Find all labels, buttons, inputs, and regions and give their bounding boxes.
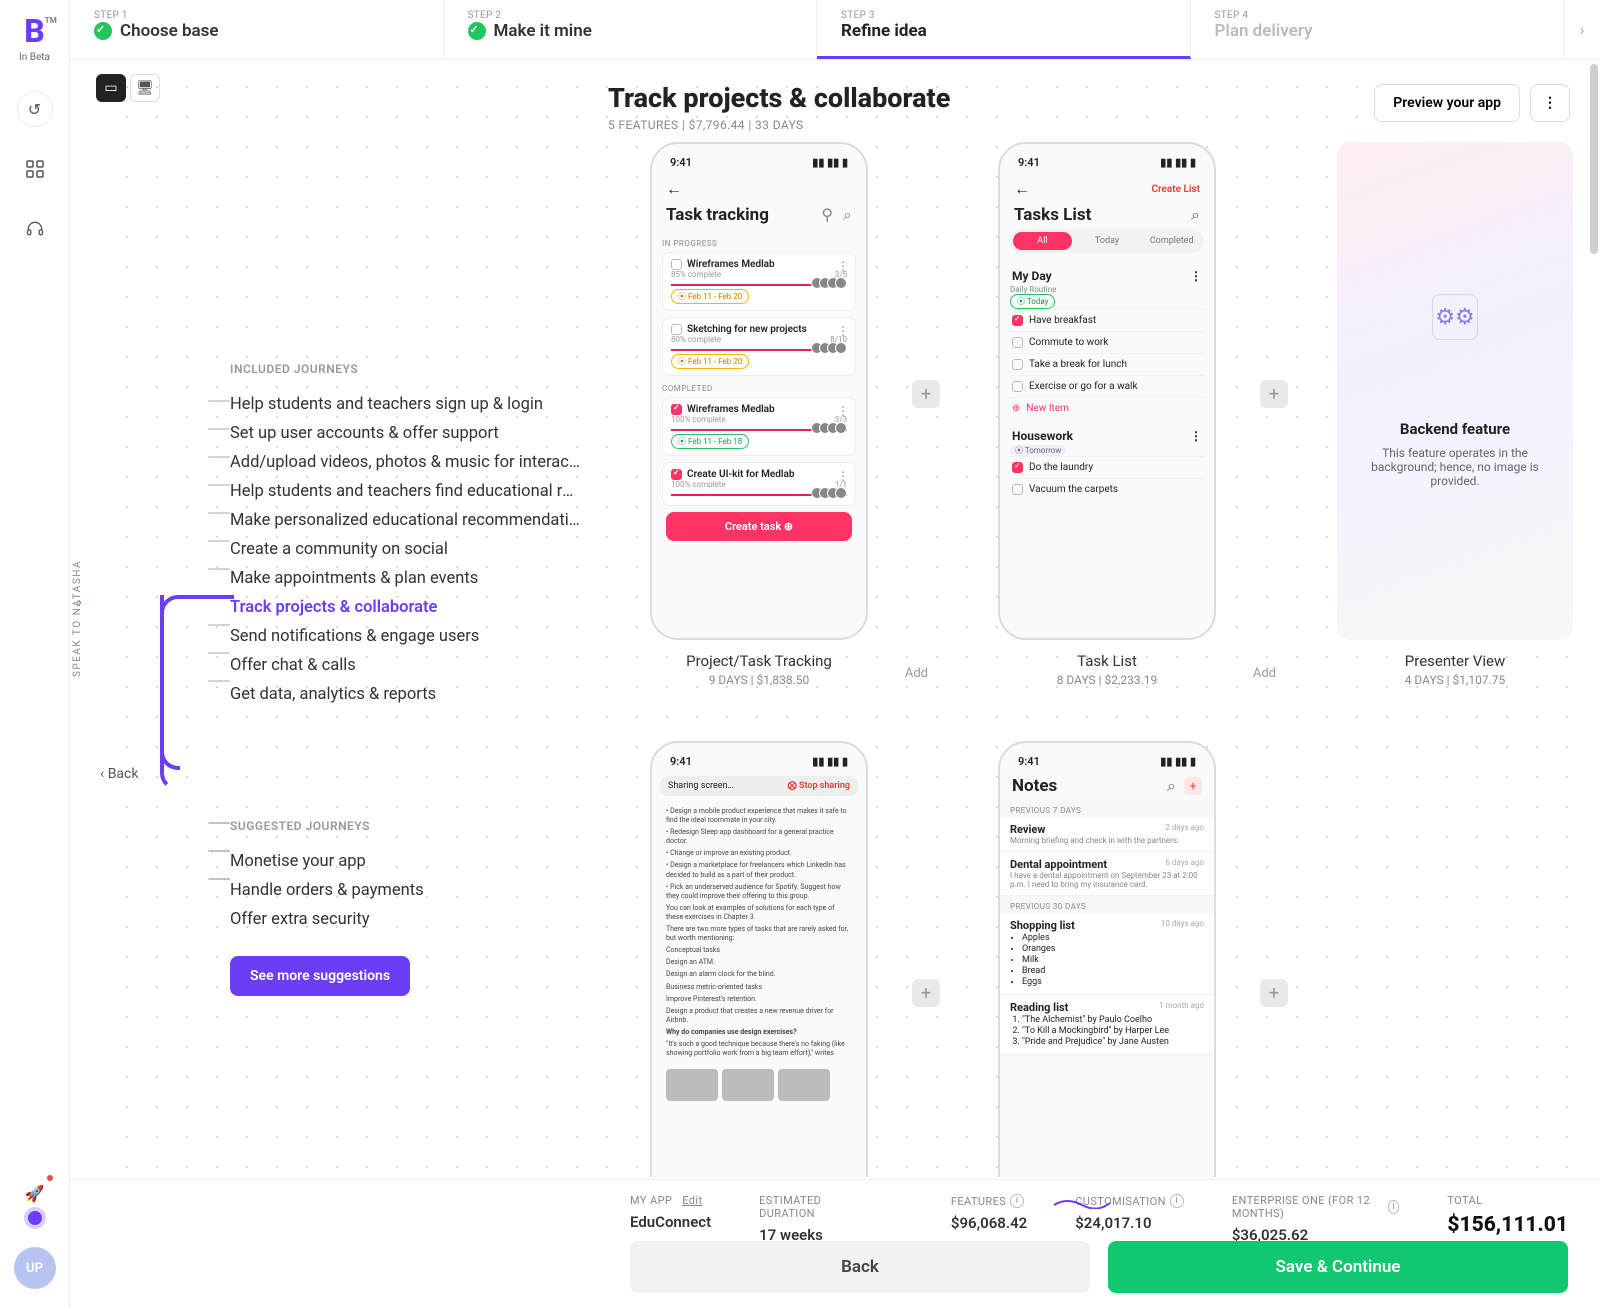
total-label: TOTAL bbox=[1447, 1194, 1568, 1207]
preview-app-button[interactable]: Preview your app bbox=[1374, 84, 1520, 122]
headset-icon[interactable] bbox=[17, 211, 53, 247]
price-squiggle-icon bbox=[1052, 1194, 1112, 1202]
signal-icon: ▮▮ ▮▮ ▮ bbox=[812, 156, 848, 169]
search-icon: ⌕ bbox=[843, 205, 852, 225]
journey-suggested-item[interactable]: Offer extra security bbox=[230, 905, 580, 934]
journey-item[interactable]: Send notifications & engage users bbox=[230, 622, 580, 651]
step-plan-delivery[interactable]: STEP 4 Plan delivery bbox=[1191, 0, 1565, 59]
duration-label: ESTIMATED DURATION bbox=[759, 1194, 855, 1220]
see-more-suggestions-button[interactable]: See more suggestions bbox=[230, 956, 410, 996]
gear-icon: ⚙⚙ bbox=[1432, 294, 1478, 340]
step-make-it-mine[interactable]: STEP 2 Make it mine bbox=[444, 0, 818, 59]
card-sharing-screen[interactable]: 9:41▮▮ ▮▮ ▮ Sharing screen…⨂ Stop sharin… bbox=[612, 741, 906, 1177]
undo-icon[interactable]: ↺ bbox=[17, 91, 53, 127]
add-note-icon: + bbox=[1184, 777, 1202, 795]
step-choose-base[interactable]: STEP 1 Choose base bbox=[70, 0, 444, 59]
card-task-list[interactable]: 9:41▮▮ ▮▮ ▮ ← Create List Tasks List ⌕ A… bbox=[960, 142, 1254, 687]
speak-to-natasha-tab[interactable]: SPEAK TO NATASHA bbox=[72, 560, 83, 677]
avatar[interactable]: UP bbox=[14, 1247, 56, 1289]
journey-item[interactable]: Offer chat & calls bbox=[230, 651, 580, 680]
insert-card-icon[interactable]: + bbox=[1260, 979, 1288, 1007]
status-dot-icon[interactable] bbox=[28, 1211, 42, 1225]
features-cost: $96,068.42 bbox=[951, 1214, 1027, 1232]
insert-card-icon[interactable]: + bbox=[1260, 380, 1288, 408]
left-sidebar: BTM In Beta ↺ 🚀 UP bbox=[0, 0, 70, 1307]
info-icon[interactable]: i bbox=[1388, 1200, 1399, 1214]
steps-next-icon[interactable]: › bbox=[1564, 0, 1600, 59]
save-continue-button[interactable]: Save & Continue bbox=[1108, 1241, 1568, 1293]
create-task-button: Create task ⊕ bbox=[666, 512, 852, 541]
search-icon: ⌕ bbox=[1167, 776, 1176, 796]
beta-label: In Beta bbox=[19, 52, 50, 63]
scrollbar[interactable] bbox=[1590, 64, 1598, 254]
card-presenter-view[interactable]: ⚙⚙ Backend feature This feature operates… bbox=[1308, 142, 1588, 687]
info-icon[interactable]: i bbox=[1170, 1194, 1184, 1208]
back-button[interactable]: Back bbox=[630, 1241, 1090, 1293]
edit-app-name-link[interactable]: Edit bbox=[682, 1194, 702, 1207]
features-label: FEATURES bbox=[951, 1195, 1006, 1208]
my-app-label: MY APP bbox=[630, 1194, 672, 1207]
summary-footer: MY APP Edit EduConnect ESTIMATED DURATION… bbox=[70, 1179, 1600, 1307]
app-name: EduConnect bbox=[630, 1213, 711, 1231]
total-cost: $156,111.01 bbox=[1447, 1213, 1568, 1237]
add-feature-link[interactable]: Add bbox=[905, 666, 928, 681]
back-icon: ← bbox=[1014, 179, 1030, 199]
phone-preview: 9:41▮▮ ▮▮ ▮ ← Task tracking ⚲⌕ IN PROGRE… bbox=[650, 142, 868, 640]
filter-icon: ⚲ bbox=[821, 205, 833, 225]
journey-item[interactable]: Make appointments & plan events bbox=[230, 564, 580, 593]
card-notes[interactable]: 9:41▮▮ ▮▮ ▮ Notes ⌕+ PREVIOUS 7 DAYS Rev… bbox=[960, 741, 1254, 1177]
kebab-icon: ⋮ bbox=[1190, 429, 1202, 443]
phone-preview: 9:41▮▮ ▮▮ ▮ Sharing screen…⨂ Stop sharin… bbox=[650, 741, 868, 1177]
insert-card-icon[interactable]: + bbox=[912, 380, 940, 408]
steps-bar: STEP 1 Choose base STEP 2 Make it mine S… bbox=[70, 0, 1600, 60]
card-task-tracking[interactable]: 9:41▮▮ ▮▮ ▮ ← Task tracking ⚲⌕ IN PROGRE… bbox=[612, 142, 906, 687]
signal-icon: ▮▮ ▮▮ ▮ bbox=[1160, 755, 1196, 768]
journey-item[interactable]: Help students and teachers find educatio… bbox=[230, 477, 580, 506]
feature-cards-grid: 9:41▮▮ ▮▮ ▮ ← Task tracking ⚲⌕ IN PROGRE… bbox=[612, 142, 1588, 1177]
info-icon[interactable]: i bbox=[1010, 1194, 1024, 1208]
journey-item[interactable]: Add/upload videos, photos & music for in… bbox=[230, 448, 580, 477]
insert-card-icon[interactable]: + bbox=[912, 979, 940, 1007]
journey-item[interactable]: Create a community on social bbox=[230, 535, 580, 564]
back-icon: ← bbox=[666, 179, 682, 199]
journey-item[interactable]: Set up user accounts & offer support bbox=[230, 419, 580, 448]
backend-placeholder: ⚙⚙ Backend feature This feature operates… bbox=[1337, 142, 1573, 640]
more-menu-icon[interactable]: ⋮ bbox=[1530, 84, 1570, 122]
suggested-journeys-label: SUGGESTED JOURNEYS bbox=[230, 819, 600, 833]
main-canvas: Track projects & collaborate 5 FEATURES … bbox=[100, 60, 1588, 1177]
signal-icon: ▮▮ ▮▮ ▮ bbox=[1160, 156, 1196, 169]
journeys-panel: INCLUDED JOURNEYS Help students and teac… bbox=[230, 362, 600, 996]
journey-item[interactable]: Track projects & collaborate bbox=[230, 593, 580, 622]
journey-item[interactable]: Help students and teachers sign up & log… bbox=[230, 390, 580, 419]
rocket-icon[interactable]: 🚀 bbox=[17, 1175, 53, 1211]
customisation-cost: $24,017.10 bbox=[1075, 1214, 1184, 1232]
journey-suggested-item[interactable]: Monetise your app bbox=[230, 847, 580, 876]
search-icon: ⌕ bbox=[1191, 205, 1200, 225]
add-feature-link[interactable]: Add bbox=[1253, 666, 1276, 681]
phone-preview: 9:41▮▮ ▮▮ ▮ Notes ⌕+ PREVIOUS 7 DAYS Rev… bbox=[998, 741, 1216, 1177]
phone-preview: 9:41▮▮ ▮▮ ▮ ← Create List Tasks List ⌕ A… bbox=[998, 142, 1216, 640]
included-journeys-label: INCLUDED JOURNEYS bbox=[230, 362, 600, 376]
logo[interactable]: BTM bbox=[24, 12, 45, 50]
journey-item[interactable]: Get data, analytics & reports bbox=[230, 680, 580, 709]
signal-icon: ▮▮ ▮▮ ▮ bbox=[812, 755, 848, 768]
kebab-icon: ⋮ bbox=[1190, 269, 1202, 283]
journey-suggested-item[interactable]: Handle orders & payments bbox=[230, 876, 580, 905]
journey-item[interactable]: Make personalized educational recommenda… bbox=[230, 506, 580, 535]
enterprise-label: ENTERPRISE ONE (FOR 12 MONTHS) bbox=[1232, 1194, 1384, 1220]
speak-expand-icon[interactable]: › bbox=[78, 595, 82, 609]
step-refine-idea[interactable]: STEP 3 Refine idea bbox=[817, 0, 1191, 59]
back-link[interactable]: ‹ Back bbox=[100, 766, 138, 782]
apps-grid-icon[interactable] bbox=[17, 151, 53, 187]
